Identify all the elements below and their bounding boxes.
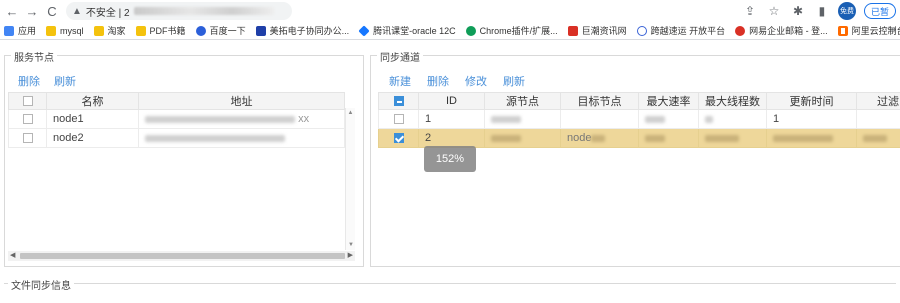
channel-source bbox=[485, 129, 561, 148]
zoom-indicator: 152% bbox=[424, 146, 476, 172]
cninfo-icon bbox=[568, 26, 578, 36]
back-icon[interactable]: ← bbox=[2, 1, 22, 21]
file-sync-title: 文件同步信息 bbox=[8, 277, 74, 292]
baidu-icon bbox=[196, 26, 206, 36]
row-checkbox[interactable] bbox=[9, 110, 47, 129]
delete-node-button[interactable]: 删除 bbox=[18, 73, 40, 89]
channel-update-time bbox=[767, 129, 857, 148]
row-checkbox[interactable] bbox=[9, 129, 47, 148]
bookmark-netease[interactable]: 网易企业邮箱 - 登... bbox=[735, 24, 828, 37]
scroll-left-arrow-icon[interactable]: ◀ bbox=[10, 251, 15, 261]
bookmark-taojia[interactable]: 淘家 bbox=[94, 24, 126, 37]
refresh-channels-button[interactable]: 刷新 bbox=[503, 73, 525, 89]
service-nodes-toolbar: 删除 刷新 bbox=[18, 73, 76, 89]
node-name: node1 bbox=[47, 110, 139, 129]
channel-source bbox=[485, 110, 561, 129]
node-address: xx bbox=[139, 110, 345, 129]
sync-channels-toolbar: 新建 删除 修改 刷新 bbox=[389, 73, 525, 89]
column-header-source-node[interactable]: 源节点 bbox=[485, 93, 561, 110]
channel-filter bbox=[857, 110, 900, 129]
address-bar[interactable]: ▲ 不安全 | 2 bbox=[66, 2, 292, 20]
select-all-checkbox[interactable] bbox=[9, 93, 47, 110]
channel-id: 1 bbox=[419, 110, 485, 129]
column-header-max-rate[interactable]: 最大速率 bbox=[639, 93, 699, 110]
channel-filter bbox=[857, 129, 900, 148]
scroll-down-arrow-icon[interactable]: ▼ bbox=[346, 240, 356, 250]
netease-icon bbox=[735, 26, 745, 36]
column-header-max-threads[interactable]: 最大线程数 bbox=[699, 93, 767, 110]
profile-status[interactable]: 已暂 bbox=[864, 3, 896, 19]
column-header-target-node[interactable]: 目标节点 bbox=[561, 93, 639, 110]
bookmark-tencent[interactable]: 腾讯课堂-oracle 12C bbox=[359, 24, 456, 37]
channel-max-threads bbox=[699, 110, 767, 129]
bookmark-chrome-ext[interactable]: Chrome插件/扩展... bbox=[466, 24, 558, 37]
column-header-update-time[interactable]: 更新时间 bbox=[767, 93, 857, 110]
nodes-vertical-scrollbar[interactable]: ▲ ▼ bbox=[345, 108, 355, 250]
node-name: node2 bbox=[47, 129, 139, 148]
column-header-address[interactable]: 地址 bbox=[139, 93, 345, 110]
scroll-right-arrow-icon[interactable]: ▶ bbox=[348, 251, 353, 261]
folder-icon bbox=[136, 26, 146, 36]
folder-icon bbox=[46, 26, 56, 36]
sync-channels-title: 同步通道 bbox=[377, 49, 423, 64]
channel-update-time: 1 bbox=[767, 110, 857, 129]
bookmark-meituo[interactable]: 美拓电子协同办公... bbox=[256, 24, 350, 37]
scroll-up-arrow-icon[interactable]: ▲ bbox=[346, 108, 355, 118]
channel-id: 2 bbox=[419, 129, 485, 148]
table-row[interactable]: node2 bbox=[9, 129, 345, 148]
edit-channel-button[interactable]: 修改 bbox=[465, 73, 487, 89]
tencent-icon bbox=[358, 25, 369, 36]
nodes-horizontal-scrollbar[interactable]: ◀ ▶ bbox=[8, 251, 355, 261]
address-redacted bbox=[134, 7, 274, 15]
address-text: 不安全 | 2 bbox=[86, 4, 130, 19]
channel-target: node bbox=[561, 129, 639, 148]
bookmark-mysql[interactable]: mysql bbox=[46, 26, 84, 36]
sync-channels-table: ID 源节点 目标节点 最大速率 最大线程数 更新时间 过滤 1 1 2 nod… bbox=[378, 92, 900, 148]
bookmarks-bar: 应用 mysql 淘家 PDF书籍 百度一下 美拓电子协同办公... 腾讯课堂-… bbox=[0, 22, 900, 40]
more-bookmarks-icon[interactable]: » bbox=[890, 24, 896, 35]
service-nodes-title: 服务节点 bbox=[11, 49, 57, 64]
horizontal-scroll-thumb[interactable] bbox=[20, 253, 345, 259]
channel-target bbox=[561, 110, 639, 129]
extensions-icon[interactable]: ✱ bbox=[790, 3, 806, 19]
add-channel-button[interactable]: 新建 bbox=[389, 73, 411, 89]
refresh-nodes-button[interactable]: 刷新 bbox=[54, 73, 76, 89]
channel-max-rate bbox=[639, 129, 699, 148]
column-header-name[interactable]: 名称 bbox=[47, 93, 139, 110]
row-checkbox[interactable] bbox=[379, 129, 419, 148]
forward-icon[interactable]: → bbox=[22, 1, 42, 21]
delete-channel-button[interactable]: 删除 bbox=[427, 73, 449, 89]
share-icon[interactable]: ⇪ bbox=[742, 3, 758, 19]
folder-icon bbox=[94, 26, 104, 36]
aliyun-icon bbox=[838, 26, 848, 36]
profile-avatar[interactable]: 免费 bbox=[838, 2, 856, 20]
bookmark-baidu[interactable]: 百度一下 bbox=[196, 24, 246, 37]
meituo-icon bbox=[256, 26, 266, 36]
apps-icon bbox=[4, 26, 14, 36]
table-row[interactable]: 1 1 bbox=[379, 110, 900, 129]
node-address bbox=[139, 129, 345, 148]
kuayue-icon bbox=[637, 26, 647, 36]
bookmark-pdf[interactable]: PDF书籍 bbox=[136, 24, 186, 37]
bookmark-star-icon[interactable]: ☆ bbox=[766, 3, 782, 19]
column-header-filter[interactable]: 过滤 bbox=[857, 93, 900, 110]
table-row-selected[interactable]: 2 node bbox=[379, 129, 900, 148]
row-checkbox[interactable] bbox=[379, 110, 419, 129]
sidebar-icon[interactable]: ▮ bbox=[814, 3, 830, 19]
file-sync-panel: 文件同步信息 bbox=[4, 283, 896, 303]
browser-toolbar: ← → C ▲ 不安全 | 2 ⇪ ☆ ✱ ▮ 免费 已暂 bbox=[0, 0, 900, 22]
bookmark-apps[interactable]: 应用 bbox=[4, 24, 36, 37]
warning-icon: ▲ bbox=[72, 6, 82, 17]
channel-max-rate bbox=[639, 110, 699, 129]
select-all-checkbox[interactable] bbox=[379, 93, 419, 110]
channel-max-threads bbox=[699, 129, 767, 148]
service-nodes-table: 名称 地址 node1 xx node2 bbox=[8, 92, 345, 148]
bookmark-cninfo[interactable]: 巨潮资讯网 bbox=[568, 24, 627, 37]
table-row[interactable]: node1 xx bbox=[9, 110, 345, 129]
chrome-ext-icon bbox=[466, 26, 476, 36]
column-header-id[interactable]: ID bbox=[419, 93, 485, 110]
bookmark-kuayue[interactable]: 跨越速运 开放平台 bbox=[637, 24, 726, 37]
reload-icon[interactable]: C bbox=[42, 1, 62, 21]
